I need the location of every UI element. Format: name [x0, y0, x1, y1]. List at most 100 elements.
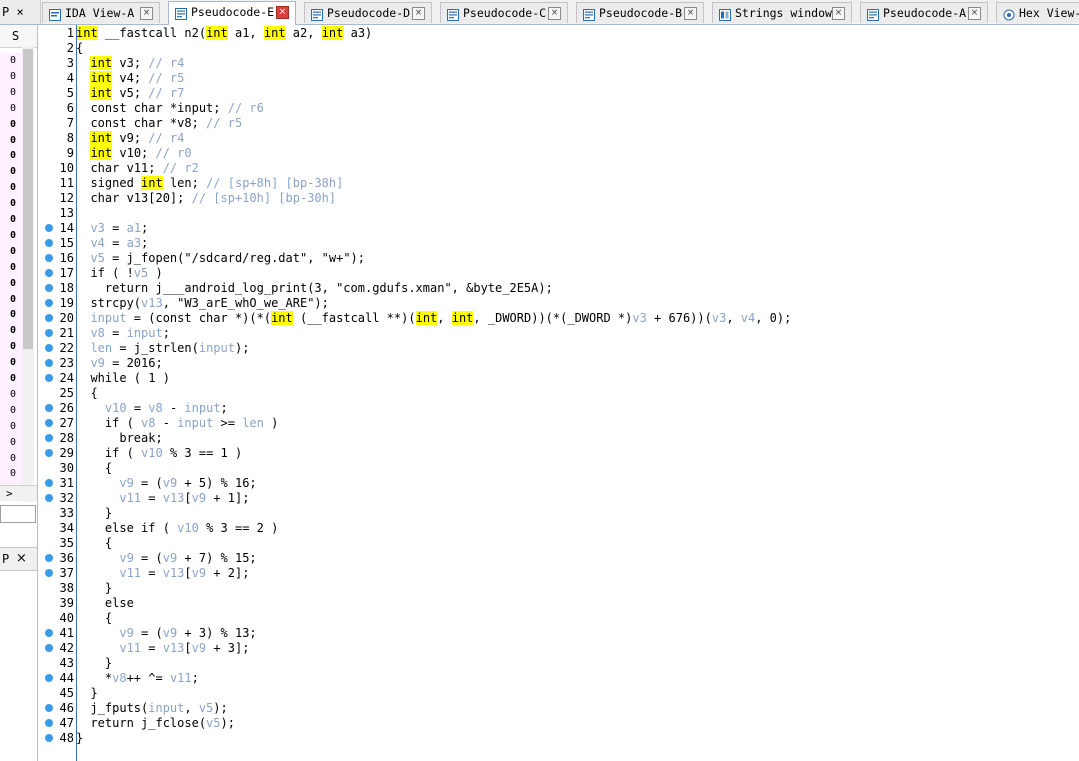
code-text[interactable]: len = j_strlen(input);: [76, 341, 249, 356]
code-line[interactable]: 28 break;: [38, 431, 1079, 446]
code-text[interactable]: v5 = j_fopen("/sdcard/reg.dat", "w+");: [76, 251, 365, 266]
code-line[interactable]: 19 strcpy(v13, "W3_arE_whO_we_ARE");: [38, 296, 1079, 311]
close-icon[interactable]: ×: [16, 548, 27, 570]
list-item[interactable]: 0: [0, 259, 22, 276]
list-item[interactable]: 0: [0, 466, 22, 483]
list-item[interactable]: 0: [0, 227, 22, 244]
code-text[interactable]: const char *v8; // r5: [76, 116, 242, 131]
code-line[interactable]: 23 v9 = 2016;: [38, 356, 1079, 371]
code-text[interactable]: v3 = a1;: [76, 221, 148, 236]
code-line[interactable]: 41 v9 = (v9 + 3) % 13;: [38, 626, 1079, 641]
tab-pseudocode-d[interactable]: Pseudocode-D ×: [304, 2, 432, 23]
list-item[interactable]: 0: [0, 212, 22, 228]
list-item[interactable]: 0: [0, 275, 22, 292]
tab-pseudocode-c[interactable]: Pseudocode-C ×: [440, 2, 568, 23]
code-line[interactable]: 33 }: [38, 506, 1079, 521]
code-line[interactable]: 14 v3 = a1;: [38, 221, 1079, 236]
list-item[interactable]: 0: [0, 323, 22, 340]
tab-ida-view-a[interactable]: IDA View-A ×: [42, 2, 160, 23]
code-text[interactable]: return j_fclose(v5);: [76, 716, 235, 731]
code-text[interactable]: }: [76, 656, 112, 671]
code-text[interactable]: v9 = 2016;: [76, 356, 162, 371]
code-text[interactable]: strcpy(v13, "W3_arE_whO_we_ARE");: [76, 296, 328, 311]
list-item[interactable]: 0: [0, 434, 22, 451]
code-text[interactable]: v9 = (v9 + 3) % 13;: [76, 626, 256, 641]
code-line[interactable]: 36 v9 = (v9 + 7) % 15;: [38, 551, 1079, 566]
code-line[interactable]: 27 if ( v8 - input >= len ): [38, 416, 1079, 431]
code-line[interactable]: 6 const char *input; // r6: [38, 101, 1079, 116]
code-line[interactable]: 35 {: [38, 536, 1079, 551]
close-icon[interactable]: ×: [276, 6, 289, 19]
tab-hex-view-1[interactable]: Hex View-1: [996, 2, 1079, 23]
list-item[interactable]: 0: [0, 180, 22, 197]
code-line[interactable]: 9 int v10; // r0: [38, 146, 1079, 161]
code-text[interactable]: char v13[20]; // [sp+10h] [bp-30h]: [76, 191, 336, 206]
code-text[interactable]: return j___android_log_print(3, "com.gdu…: [76, 281, 553, 296]
code-text[interactable]: if ( v10 % 3 == 1 ): [76, 446, 242, 461]
code-text[interactable]: int v4; // r5: [76, 71, 184, 86]
close-icon[interactable]: ×: [832, 7, 845, 20]
code-line[interactable]: 12 char v13[20]; // [sp+10h] [bp-30h]: [38, 191, 1079, 206]
code-line[interactable]: 17 if ( !v5 ): [38, 266, 1079, 281]
code-line[interactable]: 13: [38, 206, 1079, 221]
code-text[interactable]: v4 = a3;: [76, 236, 148, 251]
list-item[interactable]: 0: [0, 243, 22, 260]
left-panel-filter-input[interactable]: [0, 505, 36, 523]
tab-strings-window[interactable]: Strings window ×: [712, 2, 852, 23]
list-item[interactable]: 0: [0, 116, 22, 133]
list-item[interactable]: 0: [0, 100, 22, 117]
code-text[interactable]: input = (const char *)(*(int (__fastcall…: [76, 311, 791, 326]
code-text[interactable]: signed int len; // [sp+8h] [bp-38h]: [76, 176, 343, 191]
code-line[interactable]: 8 int v9; // r4: [38, 131, 1079, 146]
code-text[interactable]: int v10; // r0: [76, 146, 192, 161]
code-text[interactable]: if ( v8 - input >= len ): [76, 416, 278, 431]
code-line[interactable]: 24 while ( 1 ): [38, 371, 1079, 386]
list-item[interactable]: 0: [0, 84, 22, 101]
code-line[interactable]: 45 }: [38, 686, 1079, 701]
close-icon[interactable]: ×: [684, 7, 697, 20]
code-text[interactable]: int v5; // r7: [76, 86, 184, 101]
list-item[interactable]: 0: [0, 53, 22, 69]
tab-pseudocode-a[interactable]: Pseudocode-A ×: [860, 2, 988, 23]
code-text[interactable]: int v3; // r4: [76, 56, 184, 71]
code-text[interactable]: {: [76, 611, 112, 626]
code-text[interactable]: while ( 1 ): [76, 371, 169, 386]
code-text[interactable]: {: [76, 461, 112, 476]
code-line[interactable]: 37 v11 = v13[v9 + 2];: [38, 566, 1079, 581]
code-text[interactable]: {: [76, 536, 112, 551]
code-line[interactable]: 48}: [38, 731, 1079, 746]
code-line[interactable]: 47 return j_fclose(v5);: [38, 716, 1079, 731]
code-text[interactable]: const char *input; // r6: [76, 101, 263, 116]
code-line[interactable]: 30 {: [38, 461, 1079, 476]
left-panel-scrollbar[interactable]: [22, 47, 34, 502]
tab-pseudocode-e[interactable]: Pseudocode-E ×: [168, 1, 296, 25]
list-item[interactable]: 0: [0, 355, 22, 372]
code-line[interactable]: 25 {: [38, 386, 1079, 401]
code-text[interactable]: v9 = (v9 + 5) % 16;: [76, 476, 256, 491]
code-line[interactable]: 10 char v11; // r2: [38, 161, 1079, 176]
code-line[interactable]: 22 len = j_strlen(input);: [38, 341, 1079, 356]
left-panel-tab-stub[interactable]: P ×: [0, 0, 41, 24]
pseudocode-view[interactable]: 1 int __fastcall n2(int a1, int a2, int a…: [38, 25, 1079, 761]
code-text[interactable]: int __fastcall n2(int a1, int a2, int a3…: [76, 26, 372, 41]
code-text[interactable]: v11 = v13[v9 + 2];: [76, 566, 249, 581]
code-line[interactable]: 3 int v3; // r4: [38, 56, 1079, 71]
list-item[interactable]: 0: [0, 418, 22, 435]
code-line[interactable]: 31 v9 = (v9 + 5) % 16;: [38, 476, 1079, 491]
list-item[interactable]: 0: [0, 339, 22, 356]
code-line[interactable]: 42 v11 = v13[v9 + 3];: [38, 641, 1079, 656]
chevron-right-icon[interactable]: >: [6, 487, 13, 500]
code-text[interactable]: }: [76, 506, 112, 521]
code-line[interactable]: 43 }: [38, 656, 1079, 671]
code-text[interactable]: }: [76, 686, 97, 701]
code-line[interactable]: 15 v4 = a3;: [38, 236, 1079, 251]
code-text[interactable]: v10 = v8 - input;: [76, 401, 228, 416]
code-line[interactable]: 34 else if ( v10 % 3 == 2 ): [38, 521, 1079, 536]
code-line[interactable]: 40 {: [38, 611, 1079, 626]
list-item[interactable]: 0: [0, 386, 22, 403]
left-panel-tab-2[interactable]: P ×: [0, 547, 37, 571]
list-item[interactable]: 0: [0, 148, 22, 165]
list-item[interactable]: 0: [0, 132, 22, 149]
code-line[interactable]: 11 signed int len; // [sp+8h] [bp-38h]: [38, 176, 1079, 191]
code-line[interactable]: 18 return j___android_log_print(3, "com.…: [38, 281, 1079, 296]
